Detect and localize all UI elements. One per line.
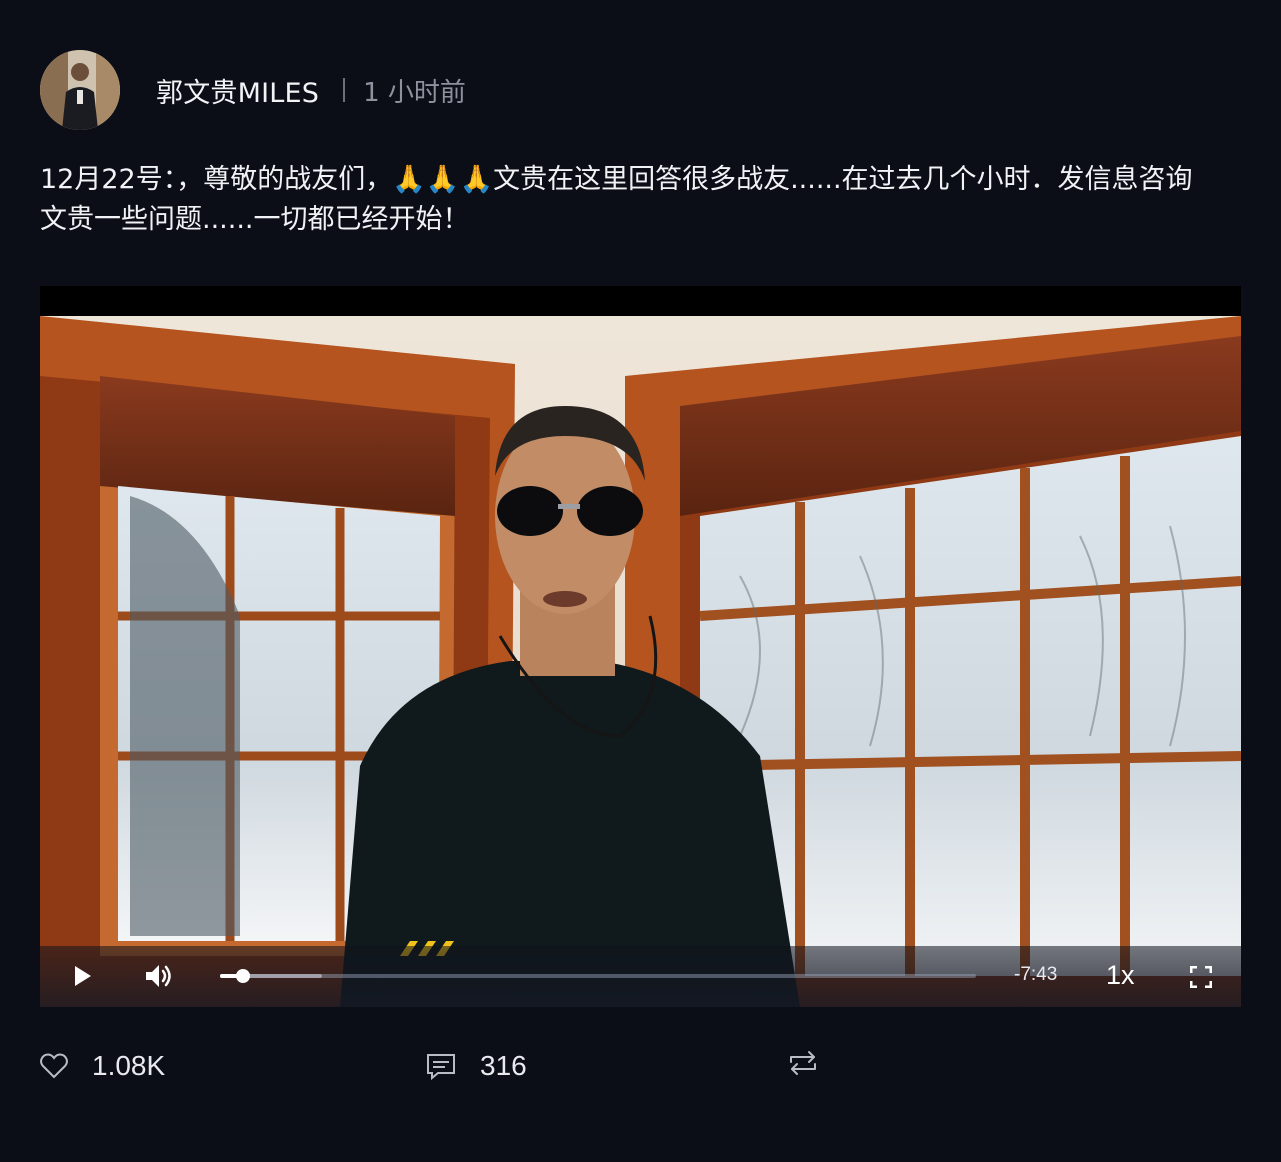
post-text: 12月22号：，尊敬的战友们，🙏🙏🙏文贵在这里回答很多战友......在过去几个… — [40, 160, 1240, 240]
video-controls: -7:43 1x — [40, 946, 1241, 1007]
progress-handle[interactable] — [235, 969, 250, 983]
volume-icon — [146, 965, 171, 987]
playback-speed-button[interactable]: 1x — [1106, 960, 1135, 991]
post-text-line-1: 12月22号：，尊敬的战友们，🙏🙏🙏文贵在这里回答很多战友......在过去几个… — [40, 164, 1193, 195]
header-divider — [343, 78, 346, 102]
video-player[interactable]: -7:43 1x — [40, 286, 1241, 1007]
play-button[interactable] — [70, 964, 94, 988]
fullscreen-icon — [1189, 965, 1213, 989]
play-icon — [75, 966, 91, 986]
post-time: 1 小时前 — [363, 77, 466, 108]
avatar-image — [40, 50, 120, 130]
post-card: 郭文贵MILES 1 小时前 12月22号：，尊敬的战友们，🙏🙏🙏文贵在这里回答… — [0, 0, 1281, 1162]
repost-button[interactable] — [788, 1050, 818, 1076]
remaining-time: -7:43 — [1014, 964, 1058, 985]
repost-icon — [790, 1051, 816, 1075]
progress-bar[interactable] — [220, 969, 976, 983]
comment-button[interactable]: 316 — [426, 1050, 527, 1082]
volume-button[interactable] — [144, 962, 174, 990]
video-frame — [40, 316, 1241, 1007]
post-actions: 1.08K 316 — [40, 1050, 1240, 1090]
fullscreen-button[interactable] — [1189, 965, 1213, 989]
post-text-line-2: 文贵一些问题......一切都已经开始！ — [40, 204, 470, 235]
heart-icon — [40, 1053, 68, 1079]
like-button[interactable]: 1.08K — [40, 1050, 165, 1082]
author-name[interactable]: 郭文贵MILES — [156, 71, 319, 110]
like-count: 1.08K — [92, 1050, 166, 1081]
comment-icon — [427, 1054, 455, 1080]
comment-count: 316 — [480, 1050, 527, 1081]
post-header: 郭文贵MILES 1 小时前 — [40, 48, 466, 132]
avatar[interactable] — [40, 50, 120, 130]
